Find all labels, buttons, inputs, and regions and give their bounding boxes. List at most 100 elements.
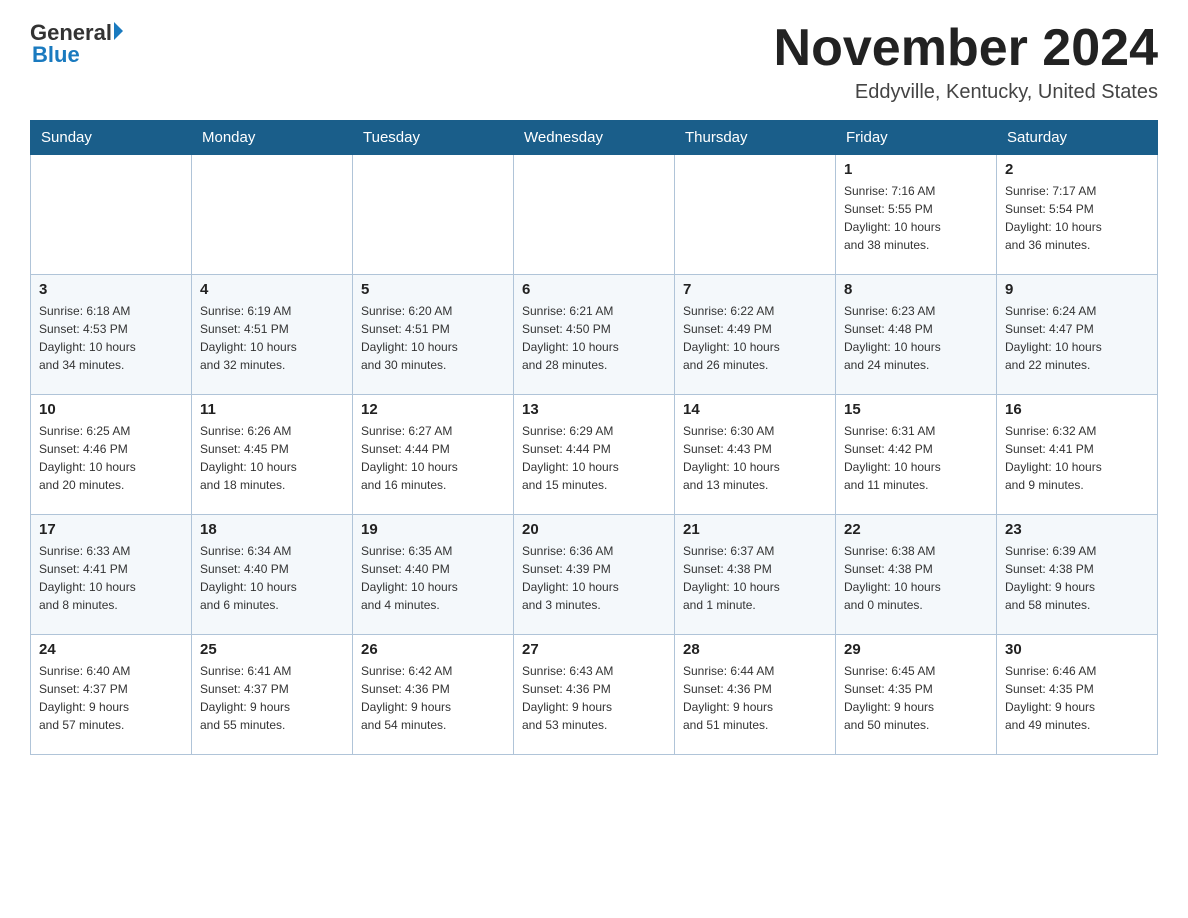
day-number: 30 [1005, 641, 1149, 658]
day-info: Sunrise: 6:45 AM Sunset: 4:35 PM Dayligh… [844, 662, 988, 734]
day-info: Sunrise: 6:26 AM Sunset: 4:45 PM Dayligh… [200, 422, 344, 494]
day-number: 5 [361, 281, 505, 298]
calendar-cell: 26 Sunrise: 6:42 AM Sunset: 4:36 PM Dayli… [353, 635, 514, 755]
day-number: 15 [844, 401, 988, 418]
day-number: 28 [683, 641, 827, 658]
day-number: 10 [39, 401, 183, 418]
week-row-1: 1Sunrise: 7:16 AM Sunset: 5:55 PM Daylig… [31, 155, 1158, 275]
day-info: Sunrise: 6:22 AM Sunset: 4:49 PM Dayligh… [683, 302, 827, 374]
day-info: Sunrise: 6:34 AM Sunset: 4:40 PM Dayligh… [200, 542, 344, 614]
col-header-sunday: Sunday [31, 121, 192, 155]
day-number: 16 [1005, 401, 1149, 418]
day-number: 24 [39, 641, 183, 658]
calendar-cell: 9 Sunrise: 6:24 AM Sunset: 4:47 PM Daylig… [997, 275, 1158, 395]
calendar-cell: 30 Sunrise: 6:46 AM Sunset: 4:35 PM Dayli… [997, 635, 1158, 755]
day-info: Sunrise: 6:27 AM Sunset: 4:44 PM Dayligh… [361, 422, 505, 494]
day-info: Sunrise: 6:43 AM Sunset: 4:36 PM Dayligh… [522, 662, 666, 734]
day-info: Sunrise: 6:35 AM Sunset: 4:40 PM Dayligh… [361, 542, 505, 614]
logo: General Blue [30, 20, 123, 68]
col-header-monday: Monday [192, 121, 353, 155]
calendar-cell: 15Sunrise: 6:31 AM Sunset: 4:42 PM Dayli… [836, 395, 997, 515]
calendar-cell: 13Sunrise: 6:29 AM Sunset: 4:44 PM Dayli… [514, 395, 675, 515]
day-number: 21 [683, 521, 827, 538]
calendar-cell: 21Sunrise: 6:37 AM Sunset: 4:38 PM Dayli… [675, 515, 836, 635]
calendar-cell: 14 Sunrise: 6:30 AM Sunset: 4:43 PM Dayli… [675, 395, 836, 515]
calendar-cell [31, 155, 192, 275]
week-row-4: 17Sunrise: 6:33 AM Sunset: 4:41 PM Dayli… [31, 515, 1158, 635]
day-info: Sunrise: 6:40 AM Sunset: 4:37 PM Dayligh… [39, 662, 183, 734]
day-number: 20 [522, 521, 666, 538]
calendar-cell: 16Sunrise: 6:32 AM Sunset: 4:41 PM Dayli… [997, 395, 1158, 515]
day-info: Sunrise: 6:36 AM Sunset: 4:39 PM Dayligh… [522, 542, 666, 614]
calendar-cell: 20 Sunrise: 6:36 AM Sunset: 4:39 PM Dayli… [514, 515, 675, 635]
calendar-cell: 29 Sunrise: 6:45 AM Sunset: 4:35 PM Dayli… [836, 635, 997, 755]
calendar-cell [353, 155, 514, 275]
location: Eddyville, Kentucky, United States [774, 81, 1158, 104]
calendar-cell: 25 Sunrise: 6:41 AM Sunset: 4:37 PM Dayli… [192, 635, 353, 755]
calendar-cell [192, 155, 353, 275]
calendar-cell: 1Sunrise: 7:16 AM Sunset: 5:55 PM Daylig… [836, 155, 997, 275]
logo-triangle-icon [114, 22, 123, 40]
day-info: Sunrise: 6:44 AM Sunset: 4:36 PM Dayligh… [683, 662, 827, 734]
calendar-cell: 19Sunrise: 6:35 AM Sunset: 4:40 PM Dayli… [353, 515, 514, 635]
calendar-cell: 3 Sunrise: 6:18 AM Sunset: 4:53 PM Daylig… [31, 275, 192, 395]
calendar-cell: 5 Sunrise: 6:20 AM Sunset: 4:51 PM Daylig… [353, 275, 514, 395]
day-info: Sunrise: 6:39 AM Sunset: 4:38 PM Dayligh… [1005, 542, 1149, 614]
day-number: 13 [522, 401, 666, 418]
day-number: 8 [844, 281, 988, 298]
calendar-cell: 24 Sunrise: 6:40 AM Sunset: 4:37 PM Dayli… [31, 635, 192, 755]
col-header-saturday: Saturday [997, 121, 1158, 155]
calendar-cell: 18 Sunrise: 6:34 AM Sunset: 4:40 PM Dayli… [192, 515, 353, 635]
day-info: Sunrise: 6:20 AM Sunset: 4:51 PM Dayligh… [361, 302, 505, 374]
calendar-cell: 22 Sunrise: 6:38 AM Sunset: 4:38 PM Dayli… [836, 515, 997, 635]
day-info: Sunrise: 6:42 AM Sunset: 4:36 PM Dayligh… [361, 662, 505, 734]
day-number: 25 [200, 641, 344, 658]
day-number: 6 [522, 281, 666, 298]
page-header: General Blue November 2024 Eddyville, Ke… [30, 20, 1158, 104]
calendar-cell: 23 Sunrise: 6:39 AM Sunset: 4:38 PM Dayli… [997, 515, 1158, 635]
calendar-cell: 10 Sunrise: 6:25 AM Sunset: 4:46 PM Dayli… [31, 395, 192, 515]
logo-blue: Blue [30, 42, 80, 68]
day-number: 18 [200, 521, 344, 538]
month-title: November 2024 [774, 20, 1158, 77]
day-info: Sunrise: 7:17 AM Sunset: 5:54 PM Dayligh… [1005, 182, 1149, 254]
col-header-friday: Friday [836, 121, 997, 155]
week-row-3: 10 Sunrise: 6:25 AM Sunset: 4:46 PM Dayli… [31, 395, 1158, 515]
day-number: 7 [683, 281, 827, 298]
day-info: Sunrise: 6:41 AM Sunset: 4:37 PM Dayligh… [200, 662, 344, 734]
day-number: 14 [683, 401, 827, 418]
day-info: Sunrise: 6:18 AM Sunset: 4:53 PM Dayligh… [39, 302, 183, 374]
calendar-cell: 27 Sunrise: 6:43 AM Sunset: 4:36 PM Dayli… [514, 635, 675, 755]
day-info: Sunrise: 6:38 AM Sunset: 4:38 PM Dayligh… [844, 542, 988, 614]
week-row-2: 3 Sunrise: 6:18 AM Sunset: 4:53 PM Daylig… [31, 275, 1158, 395]
day-info: Sunrise: 6:30 AM Sunset: 4:43 PM Dayligh… [683, 422, 827, 494]
day-number: 23 [1005, 521, 1149, 538]
day-number: 3 [39, 281, 183, 298]
day-number: 9 [1005, 281, 1149, 298]
col-header-wednesday: Wednesday [514, 121, 675, 155]
calendar-table: SundayMondayTuesdayWednesdayThursdayFrid… [30, 120, 1158, 755]
day-number: 1 [844, 161, 988, 178]
calendar-cell: 11 Sunrise: 6:26 AM Sunset: 4:45 PM Dayli… [192, 395, 353, 515]
calendar-cell: 6 Sunrise: 6:21 AM Sunset: 4:50 PM Daylig… [514, 275, 675, 395]
day-info: Sunrise: 6:21 AM Sunset: 4:50 PM Dayligh… [522, 302, 666, 374]
calendar-cell [675, 155, 836, 275]
day-number: 12 [361, 401, 505, 418]
day-info: Sunrise: 6:24 AM Sunset: 4:47 PM Dayligh… [1005, 302, 1149, 374]
day-number: 29 [844, 641, 988, 658]
calendar-cell [514, 155, 675, 275]
day-number: 22 [844, 521, 988, 538]
day-number: 11 [200, 401, 344, 418]
calendar-cell: 17Sunrise: 6:33 AM Sunset: 4:41 PM Dayli… [31, 515, 192, 635]
day-number: 26 [361, 641, 505, 658]
day-number: 27 [522, 641, 666, 658]
calendar-cell: 7 Sunrise: 6:22 AM Sunset: 4:49 PM Daylig… [675, 275, 836, 395]
day-info: Sunrise: 6:46 AM Sunset: 4:35 PM Dayligh… [1005, 662, 1149, 734]
day-info: Sunrise: 6:23 AM Sunset: 4:48 PM Dayligh… [844, 302, 988, 374]
col-header-tuesday: Tuesday [353, 121, 514, 155]
week-row-5: 24 Sunrise: 6:40 AM Sunset: 4:37 PM Dayli… [31, 635, 1158, 755]
day-info: Sunrise: 6:19 AM Sunset: 4:51 PM Dayligh… [200, 302, 344, 374]
calendar-header-row: SundayMondayTuesdayWednesdayThursdayFrid… [31, 121, 1158, 155]
day-number: 4 [200, 281, 344, 298]
day-info: Sunrise: 6:25 AM Sunset: 4:46 PM Dayligh… [39, 422, 183, 494]
